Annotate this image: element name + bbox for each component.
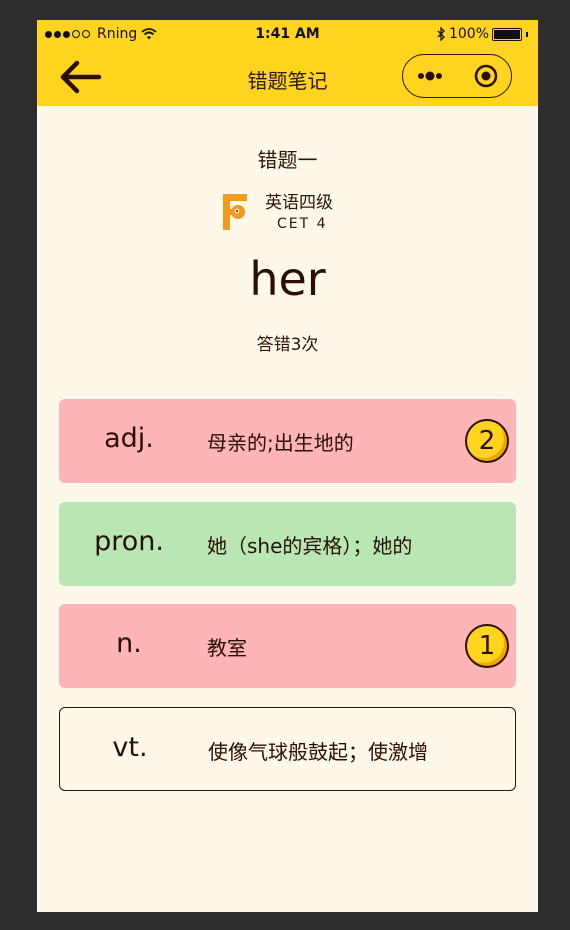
mini-program-capsule bbox=[402, 54, 512, 98]
option-pos: n. bbox=[116, 628, 142, 659]
header: Rning 1:41 AM 100% 错题笔记 bbox=[37, 20, 538, 106]
battery-area: 100% bbox=[437, 26, 528, 42]
option-meaning: 教室 bbox=[207, 636, 247, 660]
more-button[interactable] bbox=[403, 55, 458, 96]
question-heading: 错题一 bbox=[257, 148, 318, 172]
wrong-count-badge: 1 bbox=[465, 624, 509, 668]
close-button[interactable] bbox=[458, 55, 513, 96]
exam-name: 英语四级 bbox=[265, 193, 333, 213]
app-logo-icon bbox=[223, 194, 247, 230]
vocab-word: her bbox=[249, 252, 326, 306]
exam-code: CET 4 bbox=[277, 216, 328, 232]
bluetooth-icon bbox=[437, 27, 445, 41]
status-bar: Rning 1:41 AM 100% bbox=[37, 20, 538, 48]
option-pos: adj. bbox=[104, 423, 154, 454]
option-pron[interactable]: pron. 她（she的宾格）；她的 bbox=[59, 502, 516, 586]
option-vt[interactable]: vt. 使像气球般鼓起；使激增 bbox=[59, 707, 516, 791]
option-meaning: 她（she的宾格）；她的 bbox=[207, 534, 413, 558]
option-meaning: 使像气球般鼓起；使激增 bbox=[208, 740, 428, 764]
option-n[interactable]: n. 教室 1 bbox=[59, 604, 516, 688]
wrong-count-badge: 2 bbox=[465, 419, 509, 463]
phone-screen: Rning 1:41 AM 100% 错题笔记 错题一 英语四级 CET 4 h… bbox=[37, 20, 538, 912]
battery-percent: 100% bbox=[448, 26, 489, 42]
exam-badge: 英语四级 CET 4 bbox=[223, 191, 383, 235]
close-circle-icon bbox=[474, 64, 498, 88]
battery-icon bbox=[492, 27, 522, 41]
more-icon bbox=[418, 71, 442, 81]
option-meaning: 母亲的;出生地的 bbox=[207, 431, 354, 455]
nav-bar: 错题笔记 bbox=[37, 48, 538, 106]
option-pos: pron. bbox=[94, 526, 164, 557]
option-pos: vt. bbox=[112, 732, 148, 763]
wrong-count: 答错3次 bbox=[256, 335, 319, 355]
option-adj[interactable]: adj. 母亲的;出生地的 2 bbox=[59, 399, 516, 483]
